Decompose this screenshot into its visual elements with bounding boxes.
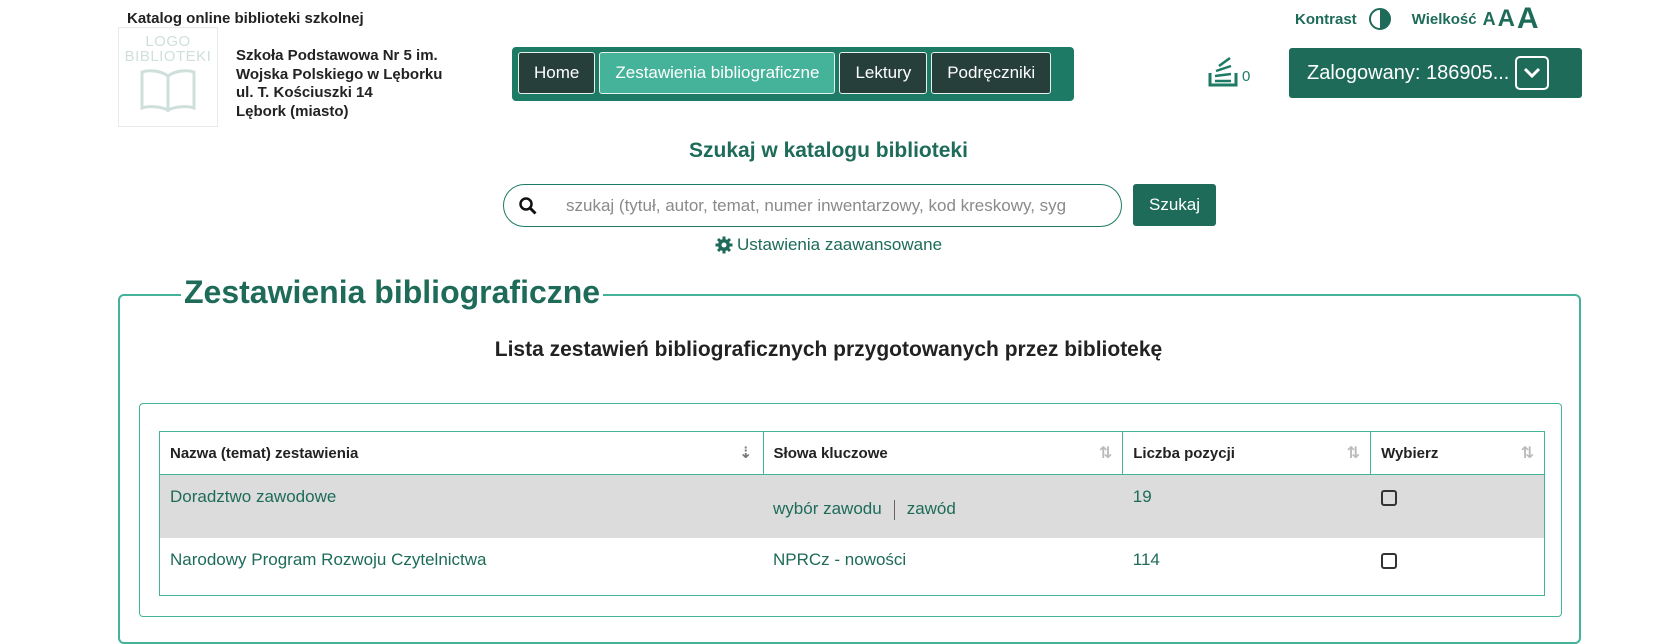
sort-icon[interactable]: ⇣ — [739, 443, 752, 463]
sort-icon[interactable]: ⇅ — [1521, 443, 1534, 463]
font-size-medium[interactable]: A — [1498, 5, 1515, 33]
sort-icon[interactable]: ⇅ — [1347, 443, 1360, 463]
table-row: Narodowy Program Rozwoju Czytelnictwa NP… — [159, 538, 1545, 596]
column-name-label: Nazwa (temat) zestawienia — [170, 444, 359, 462]
row-count: 19 — [1122, 474, 1371, 538]
contrast-label[interactable]: Kontrast — [1295, 11, 1357, 28]
panel-legend: Zestawienia bibliograficzne — [181, 274, 604, 311]
row-count: 114 — [1122, 538, 1371, 596]
nav-home[interactable]: Home — [518, 52, 596, 94]
basket-icon — [1208, 56, 1238, 87]
column-keywords[interactable]: Słowa kluczowe ⇅ — [762, 431, 1124, 475]
row-select — [1370, 538, 1545, 596]
accessibility-controls: Kontrast Wielkość A A A — [1295, 2, 1539, 36]
row-keywords: wybór zawodu zawód — [763, 474, 1123, 538]
column-keywords-label: Słowa kluczowe — [773, 444, 888, 462]
advanced-settings-label: Ustawienia zaawansowane — [736, 235, 943, 254]
row-name-link[interactable]: Narodowy Program Rozwoju Czytelnictwa — [159, 538, 764, 596]
school-line: ul. T. Kościuszki 14 — [236, 84, 373, 101]
bibliographies-table: Nazwa (temat) zestawienia ⇣ Słowa kluczow… — [159, 431, 1545, 596]
keyword-link[interactable]: wybór zawodu — [773, 499, 882, 519]
search-heading: Szukaj w katalogu biblioteki — [689, 139, 968, 162]
gear-icon — [715, 236, 733, 254]
search-input[interactable] — [552, 194, 1098, 217]
nav-bibliographies[interactable]: Zestawienia bibliograficzne — [599, 52, 836, 94]
panel-subtitle: Lista zestawień bibliograficznych przygo… — [494, 338, 1163, 361]
column-select[interactable]: Wybierz ⇅ — [1370, 431, 1545, 475]
keyword-separator — [893, 499, 895, 520]
column-count[interactable]: Liczba pozycji ⇅ — [1122, 431, 1372, 475]
logo-text: LOGO BIBLIOTEKI — [124, 33, 212, 65]
font-size-large[interactable]: A — [1517, 2, 1539, 36]
keyword-link[interactable]: NPRCz - nowości — [773, 550, 906, 570]
font-size-small[interactable]: A — [1483, 9, 1496, 30]
size-label: Wielkość — [1411, 10, 1477, 28]
main-nav: Home Zestawienia bibliograficzne Lektury… — [512, 47, 1074, 101]
keyword-link[interactable]: zawód — [907, 499, 956, 519]
row-name-link[interactable]: Doradztwo zawodowe — [159, 474, 764, 538]
checkbox-icon[interactable] — [1380, 490, 1397, 506]
basket-count: 0 — [1242, 68, 1251, 85]
school-line: Wojska Polskiego w Lęborku — [236, 65, 443, 83]
library-logo[interactable]: LOGO BIBLIOTEKI — [118, 27, 218, 127]
column-select-label: Wybierz — [1381, 444, 1439, 462]
column-name[interactable]: Nazwa (temat) zestawienia ⇣ — [159, 431, 764, 475]
school-line: Lębork (miasto) — [236, 102, 349, 120]
user-menu-button[interactable]: Zalogowany: 186905... — [1289, 48, 1582, 98]
chevron-down-icon[interactable] — [1515, 56, 1550, 90]
search-icon — [504, 196, 552, 215]
table-header-row: Nazwa (temat) zestawienia ⇣ Słowa kluczow… — [159, 431, 1545, 475]
basket[interactable]: 0 — [1208, 55, 1250, 87]
table-row: Doradztwo zawodowe wybór zawodu zawód 19 — [159, 474, 1545, 538]
school-address: Szkoła Podstawowa Nr 5 im. Wojska Polski… — [236, 47, 442, 121]
nav-readings[interactable]: Lektury — [839, 52, 928, 94]
checkbox-icon[interactable] — [1380, 553, 1397, 569]
logged-label: Zalogowany: 186905... — [1307, 61, 1510, 84]
contrast-icon[interactable] — [1368, 8, 1391, 30]
row-select — [1370, 474, 1545, 538]
sort-icon[interactable]: ⇅ — [1099, 443, 1112, 463]
advanced-settings-link[interactable]: Ustawienia zaawansowane — [0, 235, 1657, 255]
catalog-title: Katalog online biblioteki szkolnej — [127, 10, 364, 27]
search-box — [503, 184, 1122, 227]
column-count-label: Liczba pozycji — [1133, 444, 1235, 462]
search-button[interactable]: Szukaj — [1133, 184, 1216, 226]
row-keywords: NPRCz - nowości — [763, 538, 1123, 596]
nav-textbooks[interactable]: Podręczniki — [931, 52, 1052, 94]
book-icon — [140, 69, 196, 113]
school-line: Szkoła Podstawowa Nr 5 im. — [236, 47, 438, 64]
